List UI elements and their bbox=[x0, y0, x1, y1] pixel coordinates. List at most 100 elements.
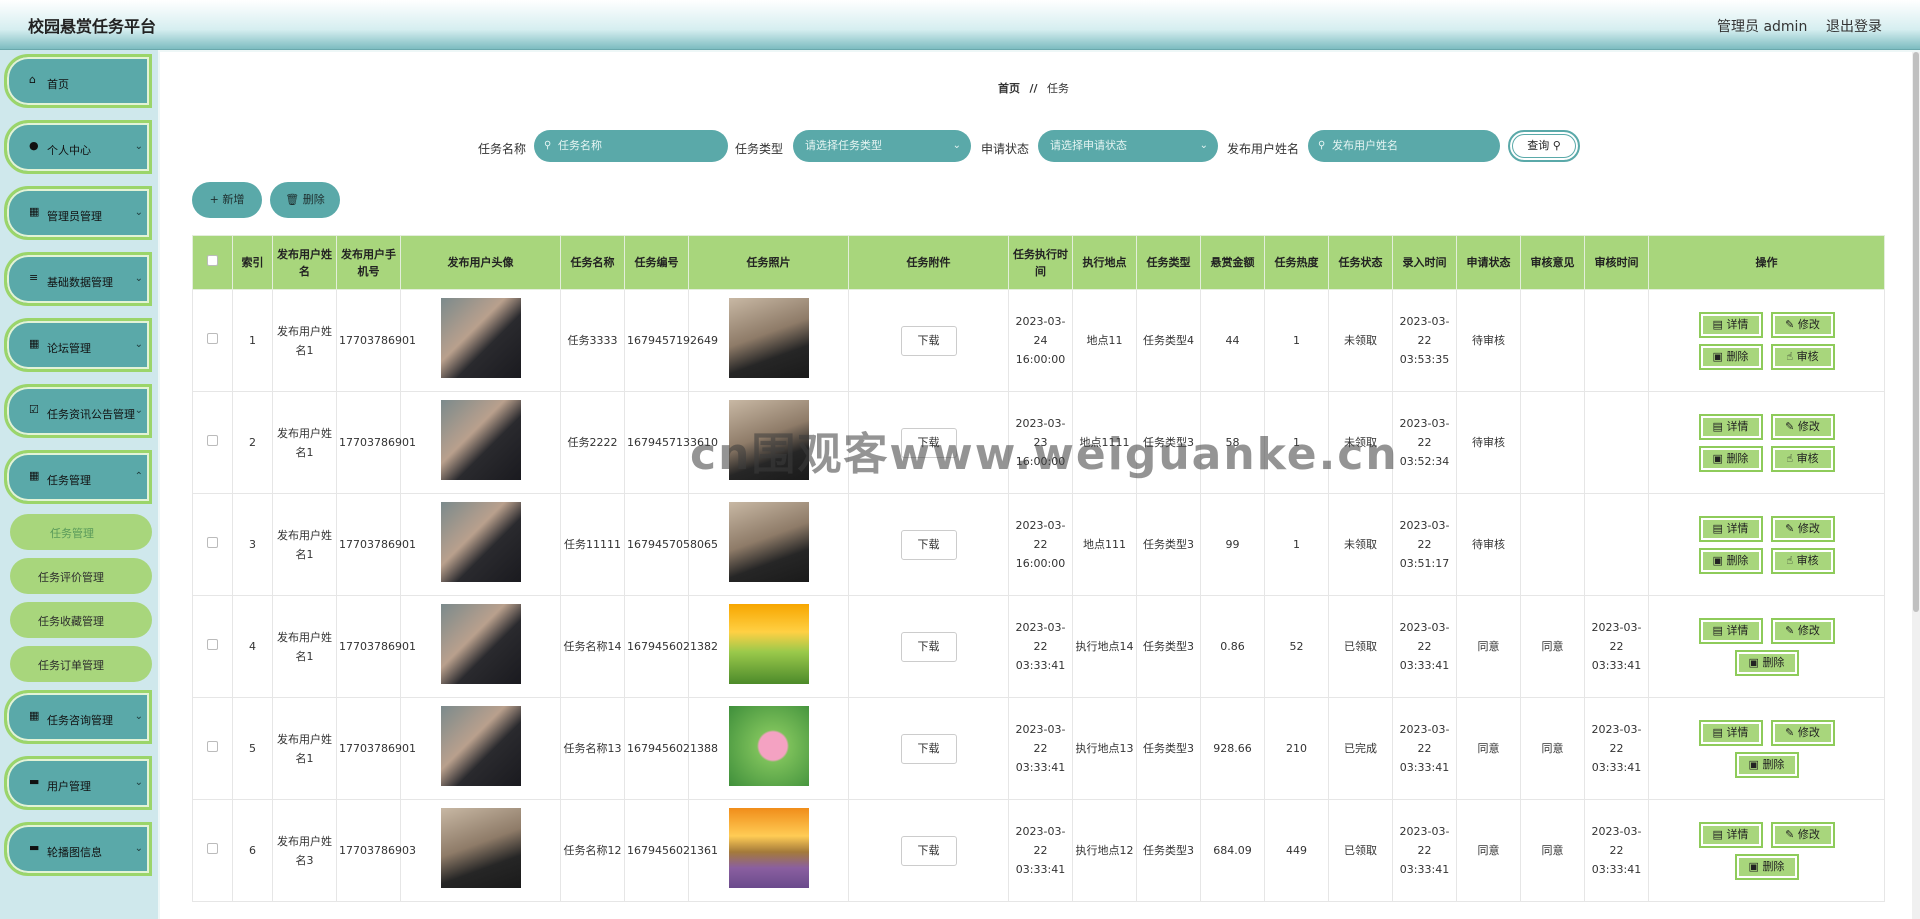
task-photo-image[interactable] bbox=[728, 501, 809, 582]
sidebar-item-consult[interactable]: ▦ 任务咨询管理 ⌄ bbox=[4, 690, 152, 744]
sidebar-item-basedata[interactable]: ≡ 基础数据管理 ⌄ bbox=[4, 252, 152, 306]
detail-button[interactable]: ▤ 详情 bbox=[1698, 413, 1763, 440]
review-button[interactable]: ☝ 审核 bbox=[1770, 445, 1835, 472]
thumb-icon: ☝ bbox=[1786, 451, 1797, 465]
download-button[interactable]: 下载 bbox=[900, 325, 957, 356]
detail-button[interactable]: ▤ 详情 bbox=[1698, 617, 1763, 644]
delete-button[interactable]: ▣ 删除 bbox=[1734, 751, 1799, 778]
pen-icon: ✎ bbox=[1785, 521, 1798, 535]
task-type: 任务类型3 bbox=[1143, 538, 1194, 551]
table-row: 4 发布用户姓名1 17703786901 任务名称14 1679456021382 下载… bbox=[192, 595, 1885, 698]
review-button[interactable]: ☝ 审核 bbox=[1770, 547, 1835, 574]
download-button[interactable]: 下载 bbox=[900, 733, 957, 764]
sub-item-task-collect[interactable]: 任务收藏管理 bbox=[10, 602, 152, 638]
task-type-label: 任务类型 bbox=[735, 142, 784, 156]
batch-delete-button[interactable]: 🗑 删除 bbox=[270, 182, 340, 218]
task-code: 1679457192649 bbox=[627, 334, 718, 347]
delete-button[interactable]: ▣ 删除 bbox=[1698, 547, 1763, 574]
download-button[interactable]: 下载 bbox=[900, 631, 957, 662]
edit-button[interactable]: ✎ 修改 bbox=[1770, 821, 1835, 848]
sidebar-item-users[interactable]: ▬ 用户管理 ⌄ bbox=[4, 756, 152, 810]
monitor-icon: ▬ bbox=[29, 841, 40, 854]
row-checkbox[interactable] bbox=[207, 741, 218, 752]
download-button[interactable]: 下载 bbox=[900, 529, 957, 560]
task-code: 1679457058065 bbox=[627, 538, 718, 551]
grid-icon: ▦ bbox=[29, 469, 40, 482]
edit-button[interactable]: ✎ 修改 bbox=[1770, 719, 1835, 746]
row-checkbox[interactable] bbox=[207, 435, 218, 446]
publisher-phone: 17703786901 bbox=[339, 538, 416, 551]
reward-amount: 44 bbox=[1225, 334, 1240, 347]
row-checkbox[interactable] bbox=[207, 333, 218, 344]
publisher-phone: 17703786901 bbox=[339, 436, 416, 449]
apply-status-select[interactable]: 请选择申请状态 ⌄ bbox=[1038, 130, 1218, 162]
detail-button[interactable]: ▤ 详情 bbox=[1698, 515, 1763, 542]
entry-time: 2023-03-22 03:52:34 bbox=[1399, 417, 1450, 468]
publisher-name-input[interactable]: ⚲ 发布用户姓名 bbox=[1308, 130, 1500, 162]
download-button[interactable]: 下载 bbox=[900, 835, 957, 866]
publisher-name: 发布用户姓名1 bbox=[277, 426, 332, 459]
sidebar-item-admins[interactable]: ▦ 管理员管理 ⌄ bbox=[4, 186, 152, 240]
chevron-down-icon: ⌄ bbox=[134, 207, 143, 218]
review-button[interactable]: ☝ 审核 bbox=[1770, 343, 1835, 370]
delete-button[interactable]: ▣ 删除 bbox=[1734, 649, 1799, 676]
task-photo-image[interactable] bbox=[728, 705, 809, 786]
task-name-input[interactable]: ⚲ 任务名称 bbox=[534, 130, 728, 162]
sub-item-task-manage[interactable]: 任务管理 bbox=[10, 514, 152, 550]
admin-label: 管理员 admin bbox=[1717, 19, 1808, 35]
sidebar-item-personal[interactable]: ● 个人中心 ⌄ bbox=[4, 120, 152, 174]
select-all-checkbox[interactable] bbox=[207, 255, 218, 266]
task-name: 任务名称13 bbox=[563, 742, 622, 755]
select-all-header[interactable] bbox=[192, 235, 233, 290]
detail-button[interactable]: ▤ 详情 bbox=[1698, 719, 1763, 746]
sidebar-item-carousel[interactable]: ▬ 轮播图信息 ⌄ bbox=[4, 822, 152, 876]
edit-button[interactable]: ✎ 修改 bbox=[1770, 515, 1835, 542]
table-header-row: 索引 发布用户姓名 发布用户手机号 发布用户头像 任务名称 任务编号 任务照片 … bbox=[192, 235, 1885, 290]
apply-status: 同意 bbox=[1477, 742, 1500, 755]
chevron-down-icon: ⌄ bbox=[952, 140, 961, 151]
trash-icon: 🗑 bbox=[285, 193, 300, 206]
edit-button[interactable]: ✎ 修改 bbox=[1770, 311, 1835, 338]
breadcrumb-home[interactable]: 首页 bbox=[998, 82, 1020, 95]
task-photo-image[interactable] bbox=[728, 297, 809, 378]
column-header: 任务照片 bbox=[688, 235, 849, 290]
scrollbar[interactable] bbox=[1912, 52, 1920, 919]
task-photo-image[interactable] bbox=[728, 603, 809, 684]
detail-button[interactable]: ▤ 详情 bbox=[1698, 821, 1763, 848]
exec-place: 执行地点14 bbox=[1075, 640, 1134, 653]
column-header: 任务状态 bbox=[1328, 235, 1393, 290]
apply-status: 同意 bbox=[1477, 640, 1500, 653]
row-checkbox[interactable] bbox=[207, 843, 218, 854]
task-heat: 1 bbox=[1293, 334, 1300, 347]
edit-button[interactable]: ✎ 修改 bbox=[1770, 617, 1835, 644]
table-row: 3 发布用户姓名1 17703786901 任务11111 1679457058065 下… bbox=[192, 493, 1885, 596]
sidebar-item-tasks[interactable]: ▦ 任务管理 ⌃ bbox=[4, 450, 152, 504]
edit-button[interactable]: ✎ 修改 bbox=[1770, 413, 1835, 440]
delete-button[interactable]: ▣ 删除 bbox=[1698, 343, 1763, 370]
delete-button[interactable]: ▣ 删除 bbox=[1698, 445, 1763, 472]
sidebar-item-forum[interactable]: ▦ 论坛管理 ⌄ bbox=[4, 318, 152, 372]
delete-button[interactable]: ▣ 删除 bbox=[1734, 853, 1799, 880]
pen-icon: ✎ bbox=[1785, 827, 1798, 841]
logout-link[interactable]: 退出登录 bbox=[1826, 16, 1882, 36]
task-name: 任务11111 bbox=[564, 538, 621, 551]
task-photo-image[interactable] bbox=[728, 807, 809, 888]
task-type-select[interactable]: 请选择任务类型 ⌄ bbox=[793, 130, 971, 162]
exec-time: 2023-03-22 03:33:41 bbox=[1015, 621, 1066, 672]
sidebar-item-news[interactable]: ☑ 任务资讯公告管理 ⌄ bbox=[4, 384, 152, 438]
query-button[interactable]: 查询 ⚲ bbox=[1508, 130, 1580, 162]
exec-time: 2023-03-22 03:33:41 bbox=[1015, 723, 1066, 774]
detail-button[interactable]: ▤ 详情 bbox=[1698, 311, 1763, 338]
sub-item-task-review[interactable]: 任务评价管理 bbox=[10, 558, 152, 594]
sidebar-item-home[interactable]: ⌂ 首页 bbox=[4, 54, 152, 108]
row-checkbox[interactable] bbox=[207, 639, 218, 650]
home-icon: ⌂ bbox=[29, 73, 36, 86]
add-button[interactable]: + 新增 bbox=[192, 182, 262, 218]
scrollbar-thumb[interactable] bbox=[1913, 52, 1919, 612]
thumb-icon: ☝ bbox=[1786, 553, 1797, 567]
sub-item-task-order[interactable]: 任务订单管理 bbox=[10, 646, 152, 682]
row-checkbox[interactable] bbox=[207, 537, 218, 548]
thumb-icon: ☝ bbox=[1786, 349, 1797, 363]
task-status: 未领取 bbox=[1344, 334, 1377, 347]
review-time: 2023-03-22 03:33:41 bbox=[1591, 825, 1642, 876]
